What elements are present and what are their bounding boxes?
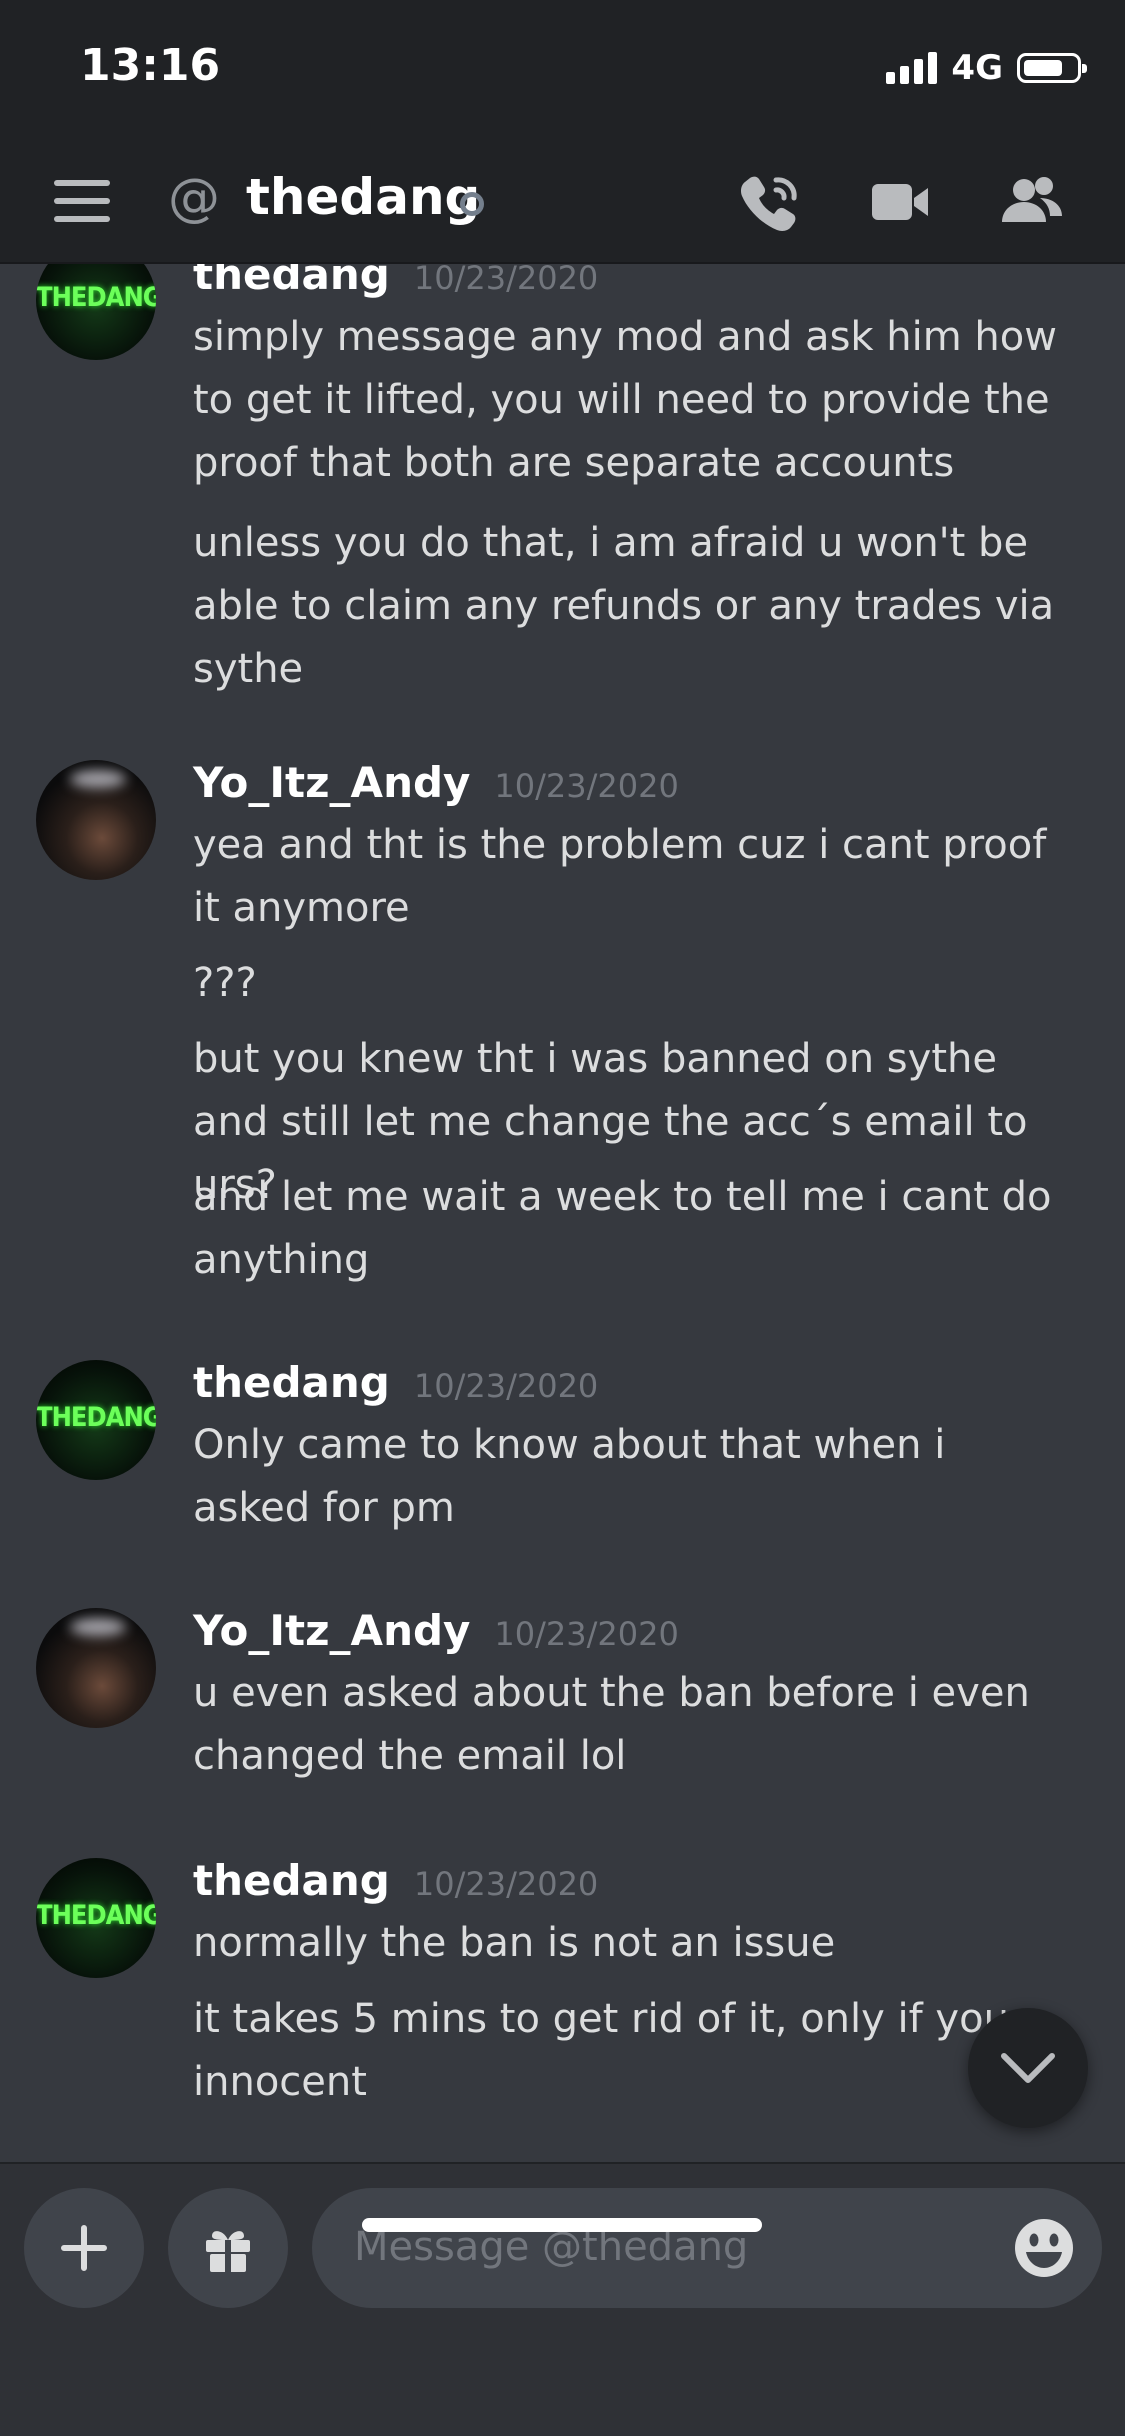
author-name[interactable]: Yo_Itz_Andy (193, 1606, 470, 1655)
message-text[interactable]: and let me wait a week to tell me i cant… (193, 1166, 1073, 1292)
avatar-yo-itz-andy[interactable] (36, 760, 156, 880)
message-text[interactable]: Only came to know about that when i aske… (193, 1414, 1073, 1540)
battery-icon (1017, 53, 1087, 83)
author-name[interactable]: thedang (193, 264, 390, 299)
message-text[interactable]: yea and tht is the problem cuz i cant pr… (193, 814, 1073, 940)
status-indicators: 4G (886, 48, 1087, 88)
jump-to-present-button[interactable] (968, 2008, 1088, 2128)
video-icon[interactable] (866, 172, 934, 232)
message-timestamp: 10/23/2020 (494, 767, 679, 805)
message-text[interactable]: unless you do that, i am afraid u won't … (193, 512, 1073, 701)
message-header: Yo_Itz_Andy 10/23/2020 (193, 758, 679, 807)
gift-icon (206, 2231, 250, 2272)
message-input[interactable]: Message @thedang (312, 2188, 1102, 2308)
message-timestamp: 10/23/2020 (413, 1865, 599, 1903)
avatar-yo-itz-andy[interactable] (36, 1608, 156, 1728)
message-header: thedang 10/23/2020 (193, 264, 598, 299)
message-text[interactable]: normally the ban is not an issue (193, 1912, 1073, 1975)
chevron-down-icon (1001, 2053, 1055, 2083)
message-text[interactable]: it takes 5 mins to get rid of it, only i… (193, 1988, 1073, 2114)
message-list[interactable]: THEDANG thedang 10/23/2020 simply messag… (0, 264, 1125, 2162)
battery-fill (1024, 60, 1062, 76)
message-header: thedang 10/23/2020 (193, 1358, 598, 1407)
add-attachment-button[interactable] (24, 2188, 144, 2308)
author-name[interactable]: Yo_Itz_Andy (193, 758, 470, 807)
message-text[interactable]: ??? (193, 952, 1073, 1015)
channel-name[interactable]: thedang (246, 168, 480, 226)
message-timestamp: 10/23/2020 (413, 1367, 599, 1405)
message-text[interactable]: simply message any mod and ask him how t… (193, 306, 1073, 495)
avatar-thedang[interactable]: THEDANG (36, 1858, 156, 1978)
author-name[interactable]: thedang (193, 1358, 390, 1407)
channel-header: @ thedang (0, 140, 1125, 264)
status-time: 13:16 (80, 40, 221, 91)
menu-icon[interactable] (54, 180, 110, 222)
home-indicator (362, 2218, 762, 2232)
plus-icon (61, 2225, 107, 2271)
members-icon[interactable] (998, 172, 1066, 232)
message-timestamp: 10/23/2020 (494, 1615, 679, 1653)
emoji-icon[interactable] (1012, 2216, 1076, 2280)
message-header: Yo_Itz_Andy 10/23/2020 (193, 1606, 679, 1655)
signal-icon (886, 52, 938, 84)
network-type: 4G (951, 48, 1003, 88)
call-icon[interactable] (736, 172, 804, 232)
avatar-thedang[interactable]: THEDANG (36, 1360, 156, 1480)
message-header: thedang 10/23/2020 (193, 1856, 598, 1905)
offline-status-icon (460, 192, 484, 216)
message-text[interactable]: u even asked about the ban before i even… (193, 1662, 1073, 1788)
message-composer: Message @thedang (0, 2162, 1125, 2436)
status-bar: 13:16 4G (0, 0, 1125, 140)
avatar-thedang[interactable]: THEDANG (36, 264, 156, 360)
gift-button[interactable] (168, 2188, 288, 2308)
at-icon: @ (168, 168, 220, 228)
author-name[interactable]: thedang (193, 1856, 390, 1905)
message-timestamp: 10/23/2020 (413, 264, 599, 297)
